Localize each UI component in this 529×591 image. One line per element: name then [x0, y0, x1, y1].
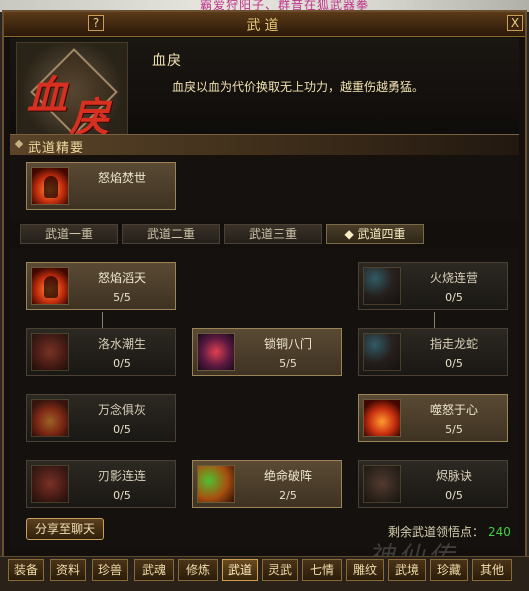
node-name: 万念俱灰 — [97, 403, 146, 417]
tree-node-nuyan-taotian[interactable]: 怒焰滔天 5/5 — [26, 262, 176, 310]
fire-blade-icon — [31, 399, 69, 437]
tree-node-luoshui-chaosheng[interactable]: 洛水潮生 0/5 — [26, 328, 176, 376]
tab-realm-3[interactable]: 武道三重 — [224, 224, 322, 244]
tree-node-huoshao-lianying[interactable]: 火烧连营 0/5 — [358, 262, 508, 310]
tab-martial-soul[interactable]: 武魂 — [134, 559, 174, 581]
skill-emblem-icon: 血 戾 — [16, 42, 128, 141]
node-progress: 5/5 — [279, 357, 297, 370]
emblem-char-1: 血 — [27, 72, 67, 119]
fire-heart-icon — [363, 399, 401, 437]
tab-realm-1[interactable]: 武道一重 — [20, 224, 118, 244]
skill-header: 血 戾 血戾 血戾以血为代价换取无上功力，越重伤越勇猛。 — [10, 38, 519, 141]
points-value: 240 — [488, 525, 511, 539]
node-progress: 2/5 — [279, 489, 297, 502]
tab-engraving[interactable]: 雕纹 — [346, 559, 384, 581]
close-button[interactable]: X — [507, 15, 523, 31]
tab-martial-realm[interactable]: 武境 — [388, 559, 426, 581]
wudao-window: ? 武道 X 血 戾 血戾 血戾以血为代价换取无上功力，越重伤越勇猛。 武道精要… — [2, 10, 527, 588]
tree-connector — [434, 312, 435, 328]
node-name: 噬怒于心 — [429, 403, 478, 417]
skill-name: 血戾 — [152, 53, 182, 69]
tree-node-renying-lianlian[interactable]: 刃影连连 0/5 — [26, 460, 176, 508]
tree-node-jueming-pozhen[interactable]: 绝命破阵 2/5 — [192, 460, 342, 508]
node-name: 烬脉诀 — [435, 469, 472, 483]
bottom-tab-bar: 装备 资料 珍兽 武魂 修炼 武道 灵武 七情 雕纹 武境 珍藏 其他 — [0, 556, 529, 591]
tab-realm-4[interactable]: ◆ 武道四重 — [326, 224, 424, 244]
node-progress: 5/5 — [113, 291, 131, 304]
node-name: 火烧连营 — [429, 271, 478, 285]
diamond-bullet-icon — [14, 139, 24, 149]
node-progress: 0/5 — [113, 423, 131, 436]
green-strike-icon — [197, 465, 235, 503]
tab-pets[interactable]: 珍兽 — [92, 559, 128, 581]
title-bar[interactable]: ? 武道 X — [4, 12, 525, 37]
essence-panel: 怒焰焚世 — [10, 156, 519, 220]
tree-node-shinu-yuxin[interactable]: 噬怒于心 5/5 — [358, 394, 508, 442]
fire-rage-icon — [31, 167, 69, 205]
tree-node-jinmai-jue[interactable]: 烬脉诀 0/5 — [358, 460, 508, 508]
node-progress: 5/5 — [445, 423, 463, 436]
tree-node-wannian-juhui[interactable]: 万念俱灰 0/5 — [26, 394, 176, 442]
tab-wudao[interactable]: 武道 — [222, 559, 258, 581]
tab-cultivation[interactable]: 修炼 — [178, 559, 218, 581]
tab-spirit-weapon[interactable]: 灵武 — [262, 559, 298, 581]
tab-realm-2[interactable]: 武道二重 — [122, 224, 220, 244]
window-title: 武道 — [246, 18, 283, 34]
tree-node-suotong-bamen[interactable]: 锁铜八门 5/5 — [192, 328, 342, 376]
tab-other[interactable]: 其他 — [472, 559, 512, 581]
skull-icon — [197, 333, 235, 371]
blue-flame-icon — [363, 267, 401, 305]
share-to-chat-button[interactable]: 分享至聊天 — [26, 518, 104, 540]
essence-section-bar: 武道精要 — [10, 134, 519, 156]
skill-tree: 怒焰滔天 5/5 火烧连营 0/5 洛水潮生 0/5 锁铜八门 5/5 指走龙蛇… — [10, 248, 519, 548]
node-progress: 0/5 — [445, 489, 463, 502]
essence-section-label: 武道精要 — [28, 141, 85, 156]
tab-profile[interactable]: 资料 — [50, 559, 86, 581]
node-name: 绝命破阵 — [263, 469, 312, 483]
node-progress: 0/5 — [113, 489, 131, 502]
tree-connector — [102, 312, 103, 328]
tab-equipment[interactable]: 装备 — [8, 559, 44, 581]
fire-rage-icon — [31, 267, 69, 305]
node-progress: 0/5 — [113, 357, 131, 370]
essence-card-name: 怒焰焚世 — [97, 171, 146, 185]
tab-seven-emotions[interactable]: 七情 — [302, 559, 342, 581]
node-name: 怒焰滔天 — [97, 271, 146, 285]
tab-collection[interactable]: 珍藏 — [430, 559, 468, 581]
node-name: 刃影连连 — [97, 469, 146, 483]
tree-node-zhizou-longshe[interactable]: 指走龙蛇 0/5 — [358, 328, 508, 376]
blade-icon — [31, 465, 69, 503]
ember-icon — [363, 465, 401, 503]
skill-description: 血戾以血为代价换取无上功力，越重伤越勇猛。 — [172, 80, 425, 94]
node-name: 洛水潮生 — [97, 337, 146, 351]
blue-flame-icon — [363, 333, 401, 371]
realm-tabs: 武道一重 武道二重 武道三重 ◆ 武道四重 — [10, 224, 519, 246]
node-name: 锁铜八门 — [263, 337, 312, 351]
node-progress: 0/5 — [445, 291, 463, 304]
node-progress: 0/5 — [445, 357, 463, 370]
node-name: 指走龙蛇 — [429, 337, 478, 351]
essence-card[interactable]: 怒焰焚世 — [26, 162, 176, 210]
blade-icon — [31, 333, 69, 371]
